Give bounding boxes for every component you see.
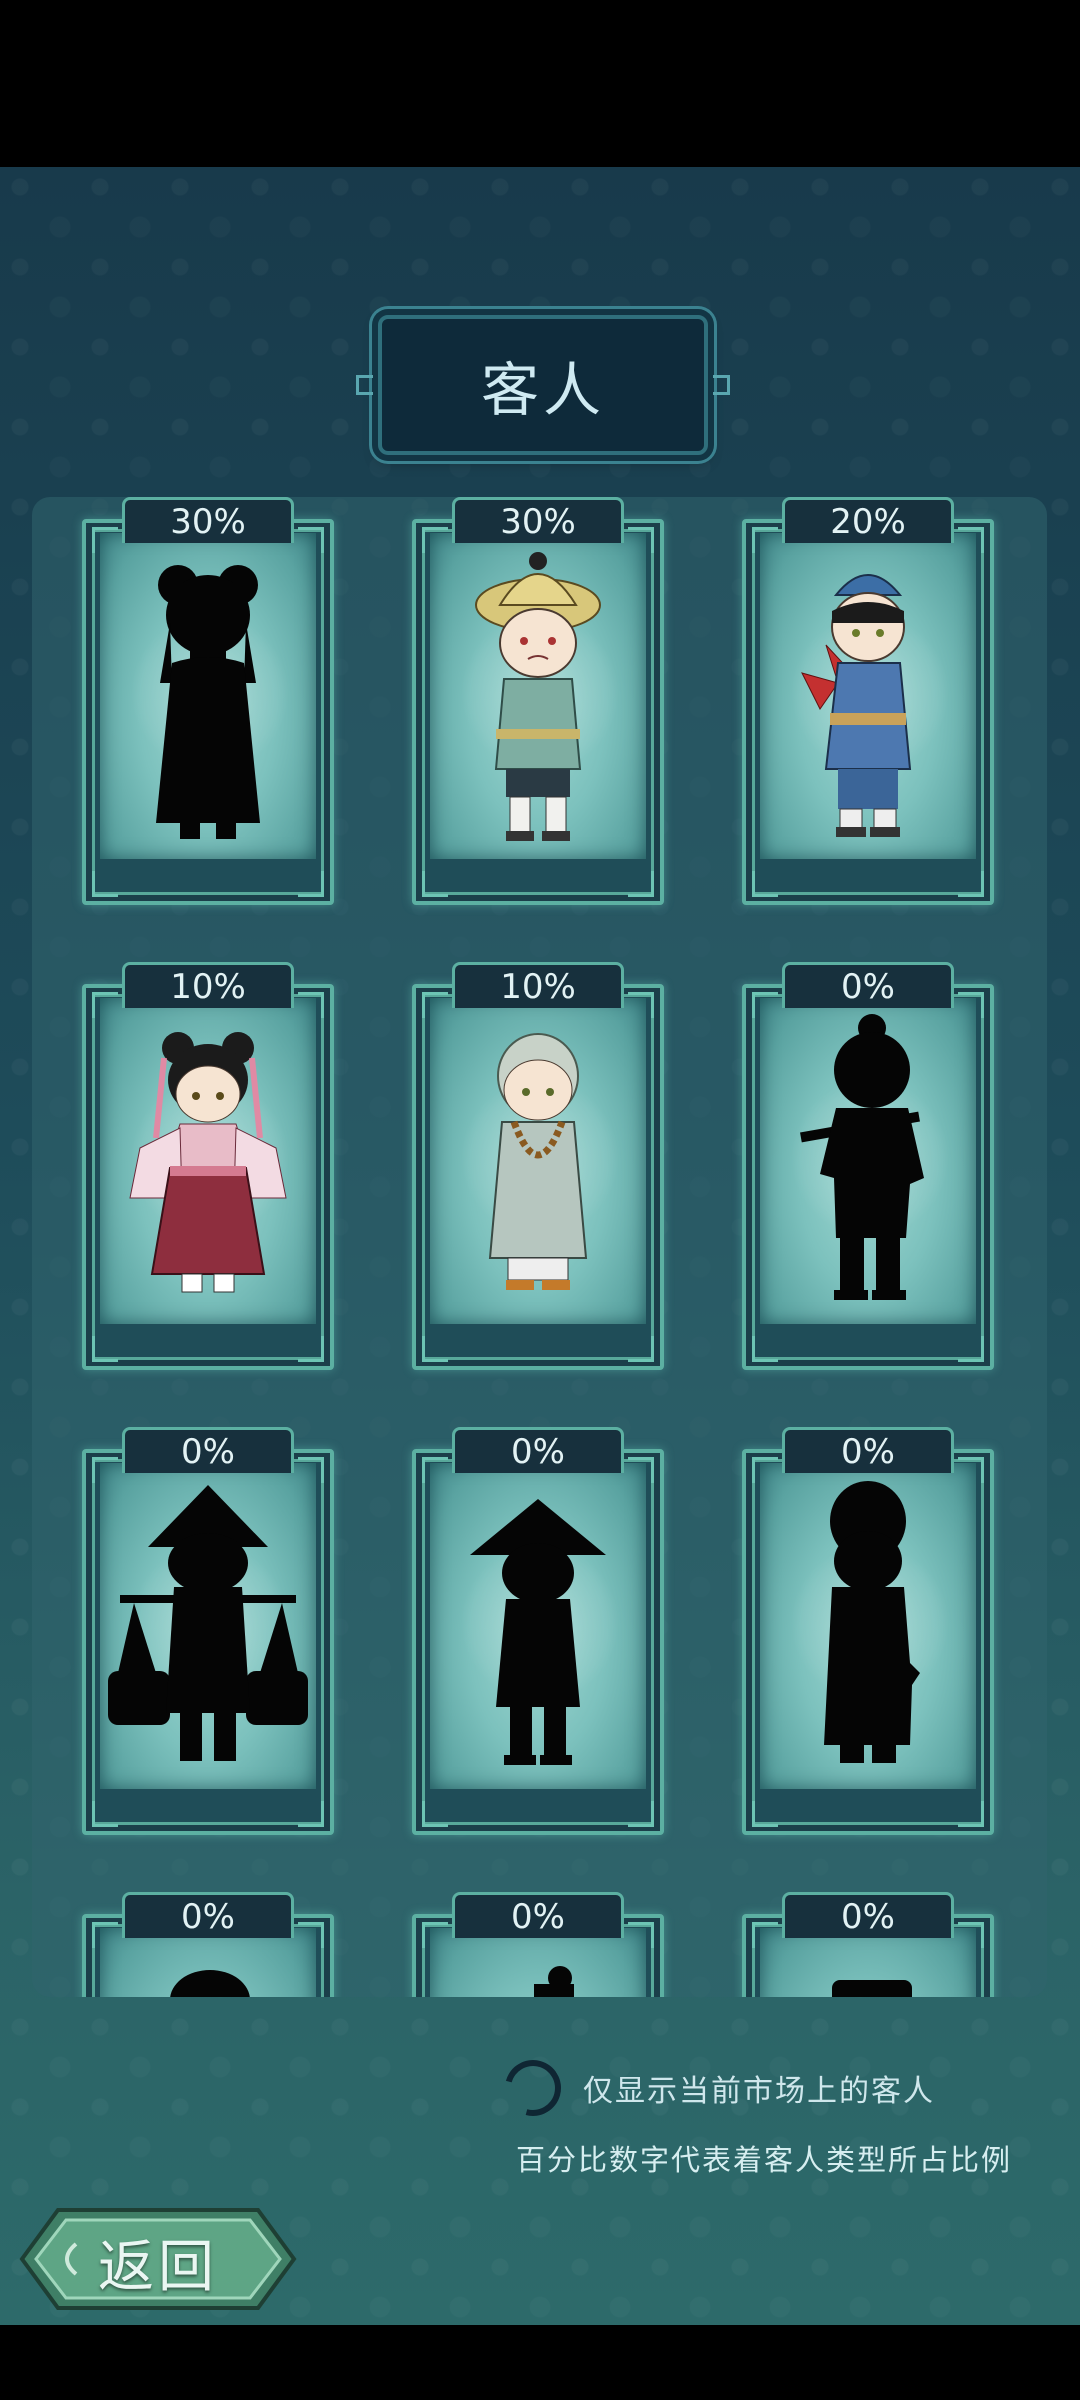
title-plaque: 客人 bbox=[356, 315, 730, 455]
ornament-corner bbox=[752, 871, 778, 897]
loading-ring-icon bbox=[494, 2049, 572, 2127]
man-conical-hat-silhouette-icon bbox=[470, 1499, 606, 1765]
card-portrait bbox=[760, 1463, 976, 1789]
customer-card[interactable]: 0% bbox=[82, 1427, 334, 1835]
ornament-corner bbox=[958, 1457, 984, 1483]
market-filter-toggle[interactable]: 仅显示当前市场上的客人 bbox=[494, 2049, 935, 2127]
page-title: 客人 bbox=[480, 356, 605, 424]
percent-label: 20% bbox=[782, 497, 954, 543]
ornament-corner bbox=[752, 1922, 778, 1948]
ornament-corner bbox=[752, 1336, 778, 1362]
system-nav-bar bbox=[0, 2325, 1080, 2400]
scholar-silhouette-icon bbox=[824, 1481, 920, 1763]
ornament-corner bbox=[422, 992, 448, 1018]
ornament-corner bbox=[752, 1457, 778, 1483]
back-button-label: 返回 bbox=[98, 2235, 218, 2300]
ornament-corner bbox=[422, 1336, 448, 1362]
card-portrait bbox=[100, 533, 316, 859]
percent-label: 0% bbox=[782, 1892, 954, 1938]
card-portrait bbox=[100, 1463, 316, 1789]
card-portrait bbox=[430, 998, 646, 1324]
ornament-corner bbox=[958, 527, 984, 553]
customer-card[interactable]: 0% bbox=[742, 1892, 994, 1997]
ornament-corner bbox=[92, 992, 118, 1018]
ornament-corner bbox=[752, 527, 778, 553]
filter-label: 仅显示当前市场上的客人 bbox=[583, 2074, 935, 2109]
customer-card[interactable]: 0% bbox=[742, 962, 994, 1370]
percentage-note: 百分比数字代表着客人类型所占比例 bbox=[516, 2143, 1013, 2177]
ornament-corner bbox=[958, 992, 984, 1018]
status-bar bbox=[0, 0, 1080, 167]
customer-card[interactable]: 10% bbox=[412, 962, 664, 1370]
peddler-with-baskets-silhouette-icon bbox=[108, 1485, 308, 1761]
percent-label: 0% bbox=[782, 1427, 954, 1473]
card-portrait bbox=[430, 533, 646, 859]
ornament-corner bbox=[298, 992, 324, 1018]
customer-card[interactable]: 0% bbox=[82, 1892, 334, 1997]
percent-label: 30% bbox=[452, 497, 624, 543]
percent-label: 10% bbox=[122, 962, 294, 1008]
card-portrait bbox=[100, 998, 316, 1324]
boy-blue-pinwheel-icon bbox=[801, 574, 912, 837]
girl-silhouette-icon bbox=[156, 565, 260, 839]
card-portrait bbox=[430, 1463, 646, 1789]
ornament-corner bbox=[92, 1801, 118, 1827]
ornament-corner bbox=[958, 871, 984, 897]
ornament-corner bbox=[92, 1922, 118, 1948]
ornament-corner bbox=[628, 992, 654, 1018]
ornament-corner bbox=[298, 1457, 324, 1483]
ornament-corner bbox=[628, 1457, 654, 1483]
customer-card[interactable]: 0% bbox=[412, 1427, 664, 1835]
farmer-straw-hat-icon bbox=[475, 552, 601, 841]
ornament-corner bbox=[422, 871, 448, 897]
customer-grid-panel[interactable]: 30% 30% 20% 10% 10% 0% 0% 0% 0% 0% 0% 0% bbox=[32, 497, 1047, 1997]
man-with-pole-silhouette-icon bbox=[800, 1014, 924, 1300]
ornament-corner bbox=[958, 1922, 984, 1948]
ornament-corner bbox=[628, 1801, 654, 1827]
ornament-corner bbox=[752, 992, 778, 1018]
ornament-corner bbox=[628, 871, 654, 897]
percent-label: 30% bbox=[122, 497, 294, 543]
percent-label: 0% bbox=[122, 1892, 294, 1938]
ornament-corner bbox=[298, 527, 324, 553]
customer-card[interactable]: 0% bbox=[742, 1427, 994, 1835]
customer-card[interactable]: 20% bbox=[742, 497, 994, 905]
ornament-corner bbox=[298, 871, 324, 897]
ornament-corner bbox=[958, 1336, 984, 1362]
young-monk-icon bbox=[488, 1033, 588, 1290]
ornament-corner bbox=[92, 1457, 118, 1483]
ornament-corner bbox=[422, 1457, 448, 1483]
ornament-corner bbox=[422, 1922, 448, 1948]
ornament-corner bbox=[92, 527, 118, 553]
percent-label: 0% bbox=[122, 1427, 294, 1473]
card-portrait bbox=[760, 998, 976, 1324]
customer-card[interactable]: 10% bbox=[82, 962, 334, 1370]
ornament-corner bbox=[92, 871, 118, 897]
back-button[interactable]: 返回 bbox=[18, 2204, 298, 2314]
percent-label: 0% bbox=[782, 962, 954, 1008]
percent-label: 0% bbox=[452, 1427, 624, 1473]
ornament-corner bbox=[752, 1801, 778, 1827]
customers-screen: 客人 30% 30% 20% 10% 10% 0% 0% 0% 0% 0% 0%… bbox=[0, 167, 1080, 2325]
card-portrait bbox=[760, 533, 976, 859]
ornament-corner bbox=[422, 527, 448, 553]
percent-label: 0% bbox=[452, 1892, 624, 1938]
girl-red-hanfu-icon bbox=[129, 1032, 287, 1293]
ornament-corner bbox=[298, 1336, 324, 1362]
ornament-corner bbox=[298, 1922, 324, 1948]
ornament-corner bbox=[958, 1801, 984, 1827]
ornament-corner bbox=[298, 1801, 324, 1827]
ornament-corner bbox=[628, 1922, 654, 1948]
ornament-corner bbox=[92, 1336, 118, 1362]
customer-card[interactable]: 30% bbox=[412, 497, 664, 905]
ornament-corner bbox=[628, 1336, 654, 1362]
customer-card[interactable]: 30% bbox=[82, 497, 334, 905]
customer-card[interactable]: 0% bbox=[412, 1892, 664, 1997]
ornament-corner bbox=[422, 1801, 448, 1827]
percent-label: 10% bbox=[452, 962, 624, 1008]
ornament-corner bbox=[628, 527, 654, 553]
